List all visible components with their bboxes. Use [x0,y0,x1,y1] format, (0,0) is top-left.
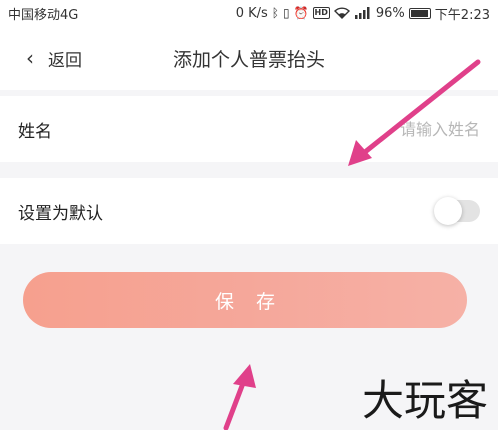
toggle-knob [434,197,462,225]
vibrate-icon: ▯ [282,6,290,20]
battery-icon [408,7,431,19]
save-button[interactable]: 保存 [23,272,467,328]
back-label: 返回 [48,50,82,71]
network-speed: 0 K/s [235,5,268,21]
watermark-logo: 大玩客 [361,376,488,425]
alarm-icon: ⏰ [293,6,309,20]
status-indicators: 0 K/s ᛒ ▯ ⏰ HD 96% 下午2:23 [236,4,490,23]
battery-percent: 96% [375,5,405,21]
chevron-left-icon: ‹ [26,46,34,70]
wifi-icon [333,7,350,19]
status-bar: 中国移动4G 0 K/s ᛒ ▯ ⏰ HD 96% 下午2:23 [0,0,498,26]
arrow-to-save-button [223,364,256,430]
name-row: 姓名 [0,96,498,162]
status-time: 下午2:23 [434,7,490,23]
default-toggle[interactable] [434,197,480,225]
signal-icon [354,7,372,19]
battery-fill [410,9,429,17]
back-button[interactable]: ‹ 返回 [26,26,82,90]
default-row: 设置为默认 [0,178,498,244]
bluetooth-icon: ᛒ [271,6,279,20]
nav-bar: 添加个人普票抬头 ‹ 返回 [0,26,498,90]
default-label: 设置为默认 [18,203,103,224]
hd-icon: HD [312,7,330,19]
carrier-label: 中国移动4G [8,7,79,23]
screen: 中国移动4G 0 K/s ᛒ ▯ ⏰ HD 96% 下午2:23 添加个人普票抬… [0,0,498,430]
name-input[interactable] [260,119,480,139]
name-label: 姓名 [18,121,52,142]
